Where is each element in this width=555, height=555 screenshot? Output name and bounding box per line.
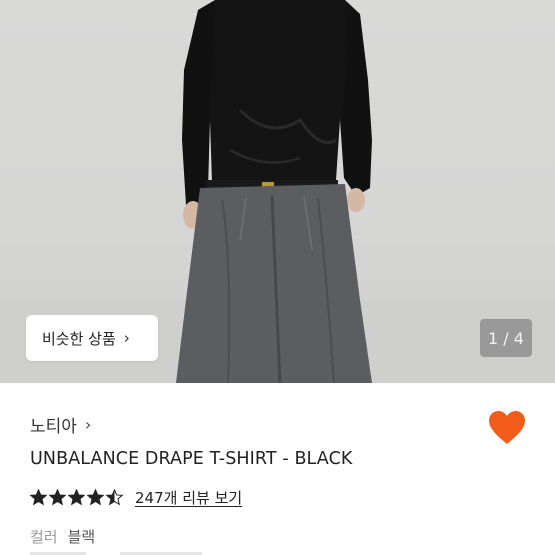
brand-name: 노티아 bbox=[30, 417, 77, 437]
brand-link[interactable]: 노티아 › bbox=[30, 412, 91, 437]
similar-products-label: 비슷한 상품 bbox=[42, 329, 116, 348]
star-icon bbox=[106, 489, 123, 506]
option-value: 블랙 bbox=[67, 528, 96, 546]
star-icon bbox=[30, 489, 47, 506]
heart-icon bbox=[489, 411, 525, 444]
image-counter: 1 / 4 bbox=[480, 319, 532, 357]
product-title: UNBALANCE DRAPE T-SHIRT - BLACK bbox=[30, 449, 353, 469]
star-icon bbox=[49, 489, 66, 506]
product-image[interactable]: 비슷한 상품 › 1 / 4 bbox=[0, 0, 555, 383]
star-icon bbox=[68, 489, 85, 506]
star-icon bbox=[87, 489, 104, 506]
option-row: 컬러 블랙 bbox=[30, 526, 95, 547]
star-rating bbox=[30, 489, 125, 506]
rating-row: 247개 리뷰 보기 bbox=[30, 487, 242, 508]
review-link[interactable]: 247개 리뷰 보기 bbox=[135, 487, 242, 508]
chevron-right-icon: › bbox=[84, 415, 92, 434]
similar-products-button[interactable]: 비슷한 상품 › bbox=[26, 315, 158, 361]
option-label: 컬러 bbox=[30, 528, 58, 546]
favorite-heart-icon[interactable] bbox=[488, 410, 526, 446]
chevron-right-icon: › bbox=[123, 329, 130, 347]
